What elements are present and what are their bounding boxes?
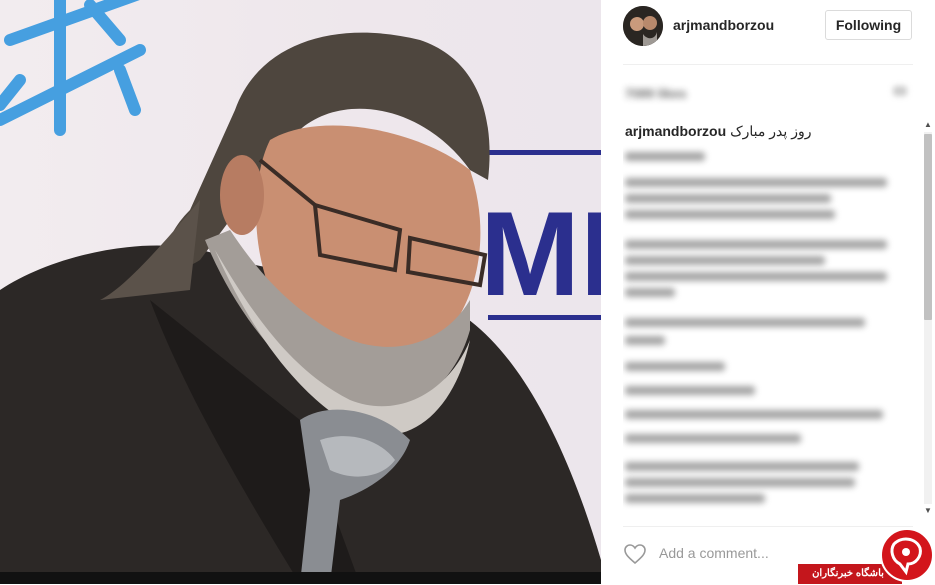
- caption-text: روز پدر مبارک: [730, 123, 812, 139]
- snowflake-graphic: [0, 0, 146, 136]
- ellipsis-icon[interactable]: [893, 86, 907, 96]
- list-item: [625, 362, 725, 371]
- list-item: [625, 178, 887, 187]
- banner-letters: MI: [480, 187, 601, 321]
- banner-line: [488, 150, 601, 155]
- comments-scrollbar[interactable]: ▲ ▼: [922, 118, 934, 518]
- list-item: [625, 386, 755, 395]
- post-photo: MI: [0, 0, 601, 584]
- post-header: arjmandborzou Following: [623, 6, 913, 46]
- caption-username[interactable]: arjmandborzou: [625, 123, 726, 139]
- following-button[interactable]: Following: [825, 10, 912, 40]
- list-item: [625, 462, 859, 471]
- list-item: [625, 152, 705, 161]
- heart-icon[interactable]: [623, 542, 647, 566]
- chevron-down-icon[interactable]: ▼: [924, 506, 932, 516]
- list-item: [625, 434, 801, 443]
- portrait-image: MI: [0, 0, 601, 584]
- list-item: [625, 318, 865, 327]
- likes-count[interactable]: 7089 likes: [625, 86, 686, 101]
- avatar[interactable]: [623, 6, 663, 46]
- comments-list[interactable]: arjmandborzou روز پدر مبارک: [623, 118, 919, 518]
- header-divider: [623, 64, 913, 65]
- post-side-panel: arjmandborzou Following 7089 likes arjma…: [601, 0, 935, 584]
- add-comment-input[interactable]: Add a comment...: [659, 545, 769, 561]
- actions-divider: [623, 526, 913, 527]
- username[interactable]: arjmandborzou: [673, 17, 774, 33]
- list-item: [625, 410, 883, 419]
- watermark-logo: باشگاه خبرنگاران: [798, 528, 935, 584]
- chevron-up-icon[interactable]: ▲: [924, 120, 932, 130]
- list-item: [625, 240, 887, 249]
- caption: arjmandborzou روز پدر مبارک: [625, 123, 811, 140]
- watermark-text: باشگاه خبرنگاران: [812, 568, 884, 579]
- scroll-thumb[interactable]: [924, 134, 932, 320]
- photo-bottom-strip: [0, 572, 601, 584]
- watermark-emblem-icon: [880, 528, 934, 582]
